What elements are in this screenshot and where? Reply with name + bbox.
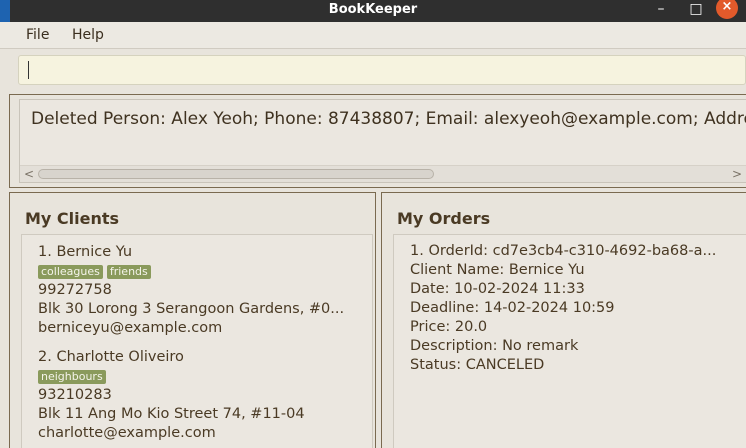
order-date: Date: 10-02-2024 11:33: [410, 281, 585, 297]
order-status: Status: CANCELED: [410, 357, 545, 373]
command-input[interactable]: [18, 55, 746, 85]
client-phone: 99272758: [38, 282, 112, 298]
client-email: charlotte@example.com: [38, 425, 216, 441]
tag: colleagues: [38, 264, 103, 279]
result-display[interactable]: Deleted Person: Alex Yeoh; Phone: 874388…: [19, 99, 746, 183]
scroll-right-icon[interactable]: >: [732, 166, 742, 182]
command-box: [10, 50, 746, 90]
title-bar: BookKeeper – □ ×: [0, 0, 746, 22]
text-caret: [28, 61, 29, 79]
menu-file[interactable]: File: [26, 27, 49, 43]
orders-panel: My Orders 1. OrderId: cd7e3cb4-c310-4692…: [381, 192, 746, 448]
horizontal-scrollbar[interactable]: < >: [20, 165, 746, 182]
client-tags: neighbours: [38, 367, 305, 386]
result-display-panel: Deleted Person: Alex Yeoh; Phone: 874388…: [9, 94, 746, 188]
result-text: Deleted Person: Alex Yeoh; Phone: 874388…: [31, 109, 746, 129]
order-price: Price: 20.0: [410, 319, 488, 335]
clients-panel: My Clients 1. Bernice Yu colleagues frie…: [9, 192, 376, 448]
scroll-left-icon[interactable]: <: [24, 166, 34, 182]
client-card[interactable]: 1. Bernice Yu colleagues friends 9927275…: [38, 243, 344, 338]
order-client: Client Name: Bernice Yu: [410, 262, 585, 278]
orders-title: My Orders: [397, 209, 491, 228]
scrollbar-thumb[interactable]: [38, 169, 434, 179]
tag: friends: [106, 264, 151, 279]
order-description: Description: No remark: [410, 338, 579, 354]
order-id: 1. OrderId: cd7e3cb4-c310-4692-ba68-a...: [410, 243, 717, 259]
client-name: 2. Charlotte Oliveiro: [38, 349, 184, 365]
order-deadline: Deadline: 14-02-2024 10:59: [410, 300, 615, 316]
client-phone: 93210283: [38, 387, 112, 403]
clients-title: My Clients: [25, 209, 120, 228]
menu-help[interactable]: Help: [72, 27, 104, 43]
maximize-icon[interactable]: □: [685, 0, 707, 22]
client-address: Blk 11 Ang Mo Kio Street 74, #11-04: [38, 406, 305, 422]
window-title: BookKeeper: [328, 2, 418, 17]
client-email: berniceyu@example.com: [38, 320, 223, 336]
order-card[interactable]: 1. OrderId: cd7e3cb4-c310-4692-ba68-a...…: [410, 242, 716, 375]
menu-bar: File Help: [0, 22, 746, 49]
client-address: Blk 30 Lorong 3 Serangoon Gardens, #0...: [38, 301, 345, 317]
client-tags: colleagues friends: [38, 262, 344, 281]
client-card[interactable]: 2. Charlotte Oliveiro neighbours 9321028…: [38, 348, 305, 443]
minimize-icon[interactable]: –: [650, 0, 672, 22]
order-list[interactable]: 1. OrderId: cd7e3cb4-c310-4692-ba68-a...…: [393, 234, 746, 448]
client-list[interactable]: 1. Bernice Yu colleagues friends 9927275…: [21, 234, 373, 448]
tag: neighbours: [38, 369, 106, 384]
client-name: 1. Bernice Yu: [38, 244, 133, 260]
